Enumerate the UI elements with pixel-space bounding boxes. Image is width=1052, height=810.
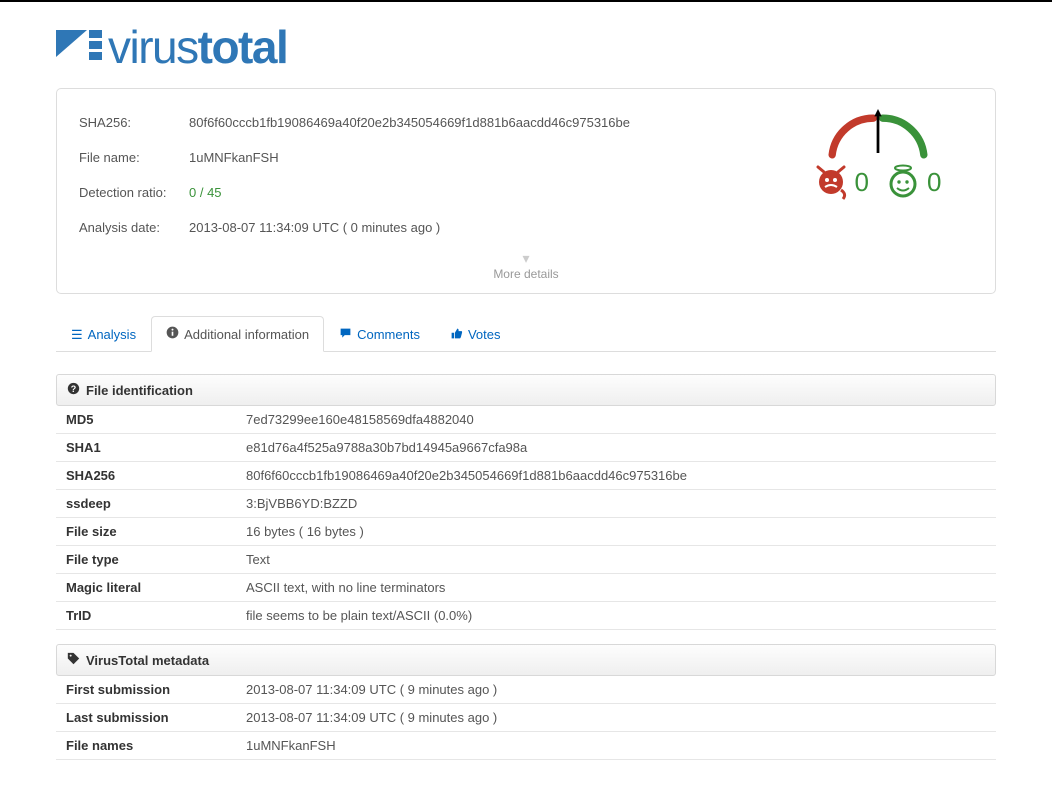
info-icon [166, 326, 179, 342]
ratio-value: 0 / 45 [189, 185, 222, 200]
logo-text-total: total [198, 20, 288, 74]
size-key: File size [56, 518, 236, 546]
tab-additional[interactable]: Additional information [151, 316, 324, 352]
sha256-value: 80f6f60cccb1fb19086469a40f20e2b345054669… [189, 115, 630, 130]
vt-logo-icon [56, 27, 102, 67]
first-val: 2013-08-07 11:34:09 UTC ( 9 minutes ago … [236, 676, 996, 704]
question-circle-icon: ? [67, 382, 80, 398]
summary-panel: SHA256: 80f6f60cccb1fb19086469a40f20e2b3… [56, 88, 996, 294]
filename-label: File name: [79, 150, 189, 165]
section-vt-metadata: VirusTotal metadata [56, 644, 996, 676]
ratio-label: Detection ratio: [79, 185, 189, 200]
vote-harmless[interactable]: 0 [887, 164, 941, 200]
tab-comments[interactable]: Comments [324, 316, 435, 352]
chevron-down-icon: ▾ [79, 251, 973, 265]
tab-analysis-label: Analysis [88, 327, 136, 342]
type-val: Text [236, 546, 996, 574]
first-key: First submission [56, 676, 236, 704]
sha1-key: SHA1 [56, 434, 236, 462]
field-filename: File name: 1uMNFkanFSH [79, 142, 783, 177]
trid-val: file seems to be plain text/ASCII (0.0%) [236, 602, 996, 630]
sha256-key: SHA256 [56, 462, 236, 490]
table-row: ssdeep3:BjVBB6YD:BZZD [56, 490, 996, 518]
malicious-count: 0 [855, 167, 869, 198]
section-vt-metadata-label: VirusTotal metadata [86, 653, 209, 668]
date-label: Analysis date: [79, 220, 189, 235]
tag-icon [67, 652, 80, 668]
ssdeep-val: 3:BjVBB6YD:BZZD [236, 490, 996, 518]
names-key: File names [56, 732, 236, 760]
field-sha256: SHA256: 80f6f60cccb1fb19086469a40f20e2b3… [79, 107, 783, 142]
field-date: Analysis date: 2013-08-07 11:34:09 UTC (… [79, 212, 783, 247]
size-val: 16 bytes ( 16 bytes ) [236, 518, 996, 546]
vote-counts: 0 0 [815, 164, 942, 200]
sha256-val: 80f6f60cccb1fb19086469a40f20e2b345054669… [236, 462, 996, 490]
field-ratio: Detection ratio: 0 / 45 [79, 177, 783, 212]
table-row: SHA1e81d76a4f525a9788a30b7bd14945a9667cf… [56, 434, 996, 462]
more-details-toggle[interactable]: ▾ More details [79, 247, 973, 293]
thumbs-icon [450, 327, 463, 343]
vt-metadata-table: First submission2013-08-07 11:34:09 UTC … [56, 676, 996, 760]
table-row: File typeText [56, 546, 996, 574]
tab-analysis[interactable]: ☰ Analysis [56, 316, 151, 352]
md5-val: 7ed73299ee160e48158569dfa4882040 [236, 406, 996, 434]
logo-text-virus: virus [108, 20, 198, 74]
harmless-count: 0 [927, 167, 941, 198]
magic-key: Magic literal [56, 574, 236, 602]
table-row: First submission2013-08-07 11:34:09 UTC … [56, 676, 996, 704]
tab-comments-label: Comments [357, 327, 420, 342]
gauge-icon [808, 109, 948, 164]
logo-row: virustotal [56, 20, 996, 74]
sha256-label: SHA256: [79, 115, 189, 130]
table-row: Last submission2013-08-07 11:34:09 UTC (… [56, 704, 996, 732]
table-row: TrIDfile seems to be plain text/ASCII (0… [56, 602, 996, 630]
tab-votes[interactable]: Votes [435, 316, 516, 352]
table-row: File names1uMNFkanFSH [56, 732, 996, 760]
more-details-label: More details [493, 267, 558, 281]
trid-key: TrID [56, 602, 236, 630]
md5-key: MD5 [56, 406, 236, 434]
vote-malicious[interactable]: 0 [815, 164, 869, 200]
tab-additional-label: Additional information [184, 327, 309, 342]
table-row: File size16 bytes ( 16 bytes ) [56, 518, 996, 546]
summary-body: SHA256: 80f6f60cccb1fb19086469a40f20e2b3… [79, 107, 973, 247]
list-icon: ☰ [71, 327, 83, 343]
date-value: 2013-08-07 11:34:09 UTC ( 0 minutes ago … [189, 220, 440, 235]
summary-fields: SHA256: 80f6f60cccb1fb19086469a40f20e2b3… [79, 107, 783, 247]
section-file-identification: ? File identification [56, 374, 996, 406]
devil-icon [815, 164, 847, 200]
table-row: Magic literalASCII text, with no line te… [56, 574, 996, 602]
magic-val: ASCII text, with no line terminators [236, 574, 996, 602]
type-key: File type [56, 546, 236, 574]
tabs: ☰ Analysis Additional information Commen… [56, 316, 996, 352]
page-container: virustotal SHA256: 80f6f60cccb1fb1908646… [56, 2, 996, 800]
section-file-identification-label: File identification [86, 383, 193, 398]
comment-icon [339, 327, 352, 343]
table-row: SHA25680f6f60cccb1fb19086469a40f20e2b345… [56, 462, 996, 490]
svg-text:?: ? [71, 384, 76, 394]
last-val: 2013-08-07 11:34:09 UTC ( 9 minutes ago … [236, 704, 996, 732]
votes-widget: 0 0 [783, 107, 973, 247]
filename-value: 1uMNFkanFSH [189, 150, 279, 165]
ssdeep-key: ssdeep [56, 490, 236, 518]
last-key: Last submission [56, 704, 236, 732]
tab-votes-label: Votes [468, 327, 501, 342]
sha1-val: e81d76a4f525a9788a30b7bd14945a9667cfa98a [236, 434, 996, 462]
table-row: MD57ed73299ee160e48158569dfa4882040 [56, 406, 996, 434]
logo-link[interactable]: virustotal [56, 20, 287, 74]
angel-icon [887, 164, 919, 200]
names-val: 1uMNFkanFSH [236, 732, 996, 760]
file-identification-table: MD57ed73299ee160e48158569dfa4882040 SHA1… [56, 406, 996, 630]
